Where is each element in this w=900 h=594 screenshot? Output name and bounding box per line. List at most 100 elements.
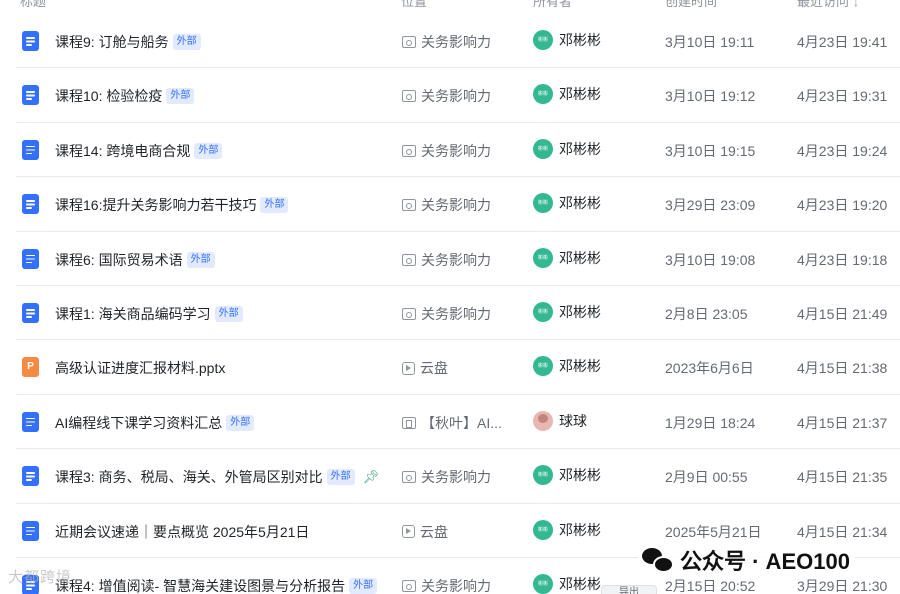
column-location[interactable]: 位置	[401, 0, 427, 10]
external-badge: 外部	[194, 142, 223, 159]
owner-name: 邓彬彬	[559, 86, 601, 103]
file-title-cell[interactable]: 课程6: 国际贸易术语 外部	[55, 250, 215, 270]
visited-time: 3月29日 21:30	[797, 578, 888, 594]
file-title: 课程10: 检验检疫	[55, 88, 163, 105]
column-created[interactable]: 创建时间	[665, 0, 717, 10]
file-title: 课程9: 订舱与船务	[55, 34, 169, 50]
created-time: 2月15日 20:52	[665, 578, 756, 594]
owner-cell[interactable]: 彬彬 邓彬彬	[533, 30, 601, 50]
owner-cell[interactable]: 彬彬 邓彬彬	[533, 84, 601, 105]
table-row[interactable]: 课程10: 检验检疫 外部 关务影响力 彬彬 邓彬彬 3月10日 19:12 4月23日 1…	[16, 68, 900, 123]
export-button[interactable]: 导出	[601, 585, 657, 594]
table-row[interactable]: P 高级认证进度汇报材料.pptx 云盘 彬彬 邓彬彬 2023年6月6日 4月15日 21…	[16, 340, 900, 395]
location-cell[interactable]: 关务影响力	[402, 32, 491, 52]
location-cell[interactable]: 关务影响力	[402, 141, 491, 161]
created-time: 2月8日 23:05	[665, 306, 748, 322]
avatar: 彬彬	[533, 138, 553, 159]
folder-icon	[402, 580, 416, 592]
location-cell[interactable]: 云盘	[402, 358, 448, 378]
owner-name: 球球	[559, 412, 587, 429]
created-time: 2025年5月21日	[665, 523, 762, 540]
location-label: 云盘	[420, 523, 448, 540]
file-title: 课程14: 跨境电商合规	[55, 142, 191, 159]
location-cell[interactable]: 关务影响力	[402, 467, 491, 487]
created-time: 2月9日 00:55	[665, 469, 748, 486]
file-title-cell[interactable]: 课程4: 增值阅读- 智慧海关建设图景与分析报告 外部	[55, 576, 378, 594]
owner-name: 邓彬彬	[559, 358, 601, 375]
visited-time: 4月15日 21:34	[797, 523, 888, 540]
folder-icon	[402, 144, 416, 157]
file-title-cell[interactable]: 课程1: 海关商品编码学习 外部	[55, 304, 243, 324]
table-row[interactable]: 课程1: 海关商品编码学习 外部 关务影响力 彬彬 邓彬彬 2月8日 23:05 4月15日…	[16, 286, 900, 341]
location-cell[interactable]: 云盘	[402, 522, 448, 542]
table-header: 标题 位置 所有者 创建时间 最近访问 ↓	[0, 0, 900, 13]
doc-file-icon	[22, 303, 39, 323]
column-title[interactable]: 标题	[20, 0, 46, 10]
file-title-cell[interactable]: 高级认证进度汇报材料.pptx	[55, 358, 225, 378]
visited-time: 4月23日 19:31	[797, 88, 888, 105]
owner-cell[interactable]: 彬彬 邓彬彬	[533, 193, 601, 214]
owner-name: 邓彬彬	[559, 304, 601, 320]
file-title: 近期会议速递｜要点概览 2025年5月21日	[55, 523, 310, 540]
folder-icon	[402, 308, 416, 320]
visited-time: 4月15日 21:38	[797, 360, 888, 377]
file-title-cell[interactable]: 课程16:提升关务影响力若干技巧 外部	[55, 195, 289, 215]
visited-time: 4月23日 19:41	[797, 34, 888, 50]
owner-cell[interactable]: 球球	[533, 410, 587, 431]
owner-cell[interactable]: 彬彬 邓彬彬	[533, 465, 601, 486]
pin-icon[interactable]: 📌︎	[363, 469, 380, 485]
doc-file-icon	[22, 31, 39, 51]
location-label: 关务影响力	[421, 34, 491, 50]
avatar: 彬彬	[533, 84, 553, 105]
file-title-cell[interactable]: AI编程线下课学习资料汇总 外部	[55, 413, 255, 433]
file-title-cell[interactable]: 课程14: 跨境电商合规 外部	[55, 141, 223, 161]
external-badge: 外部	[172, 34, 201, 50]
table-row[interactable]: AI编程线下课学习资料汇总 外部 【秋叶】AI... 球球 1月29日 18:24 4月1…	[16, 395, 900, 450]
owner-cell[interactable]: 彬彬 邓彬彬	[533, 302, 601, 322]
created-time: 3月10日 19:11	[665, 34, 755, 50]
location-label: 【秋叶】AI...	[421, 414, 502, 431]
owner-name: 邓彬彬	[559, 195, 601, 212]
avatar: 彬彬	[533, 302, 553, 322]
folder-icon	[402, 90, 416, 103]
file-title-cell[interactable]: 近期会议速递｜要点概览 2025年5月21日	[55, 522, 309, 542]
location-label: 关务影响力	[421, 142, 491, 159]
location-cell[interactable]: 【秋叶】AI...	[402, 413, 502, 433]
table-row[interactable]: 课程6: 国际贸易术语 外部 关务影响力 彬彬 邓彬彬 3月10日 19:08 4月23日 …	[16, 232, 900, 286]
external-badge: 外部	[326, 469, 355, 486]
wechat-icon	[642, 548, 674, 573]
folder-icon	[402, 199, 416, 212]
location-cell[interactable]: 关务影响力	[402, 86, 491, 106]
file-title-cell[interactable]: 课程10: 检验检疫 外部	[55, 86, 195, 106]
owner-cell[interactable]: 彬彬 邓彬彬	[533, 574, 601, 594]
location-cell[interactable]: 关务影响力	[402, 576, 491, 594]
owner-name: 邓彬彬	[559, 467, 601, 484]
table-row[interactable]: 课程14: 跨境电商合规 外部 关务影响力 彬彬 邓彬彬 3月10日 19:15 4月23日…	[16, 123, 900, 178]
owner-cell[interactable]: 彬彬 邓彬彬	[533, 519, 601, 540]
table-row[interactable]: 课程16:提升关务影响力若干技巧 外部 关务影响力 彬彬 邓彬彬 3月29日 23:09 4…	[16, 177, 900, 232]
avatar: 彬彬	[533, 193, 553, 214]
visited-time: 4月23日 19:24	[797, 142, 888, 159]
table-row[interactable]: 课程9: 订舱与船务 外部 关务影响力 彬彬 邓彬彬 3月10日 19:11 4月23日 1…	[16, 14, 900, 69]
arrow-down-icon[interactable]: ↓	[853, 0, 859, 9]
file-title-cell[interactable]: 课程3: 商务、税局、海关、外管局区别对比 外部 📌︎	[55, 467, 379, 487]
external-badge: 外部	[260, 197, 289, 214]
doc-file-icon	[22, 194, 39, 215]
location-cell[interactable]: 关务影响力	[402, 304, 491, 324]
created-time: 1月29日 18:24	[665, 414, 756, 431]
folder-icon	[402, 253, 416, 266]
folder-icon	[402, 36, 416, 48]
location-cell[interactable]: 关务影响力	[402, 250, 491, 270]
column-visited[interactable]: 最近访问 ↓	[797, 0, 859, 10]
doc-file-icon	[22, 411, 39, 432]
file-title-cell[interactable]: 课程9: 订舱与船务 外部	[55, 32, 201, 52]
avatar	[533, 410, 553, 431]
owner-cell[interactable]: 彬彬 邓彬彬	[533, 138, 601, 159]
external-badge: 外部	[214, 306, 243, 322]
owner-cell[interactable]: 彬彬 邓彬彬	[533, 247, 601, 268]
location-cell[interactable]: 关务影响力	[402, 195, 491, 215]
column-owner[interactable]: 所有者	[533, 0, 572, 10]
owner-cell[interactable]: 彬彬 邓彬彬	[533, 356, 601, 377]
external-badge: 外部	[186, 251, 215, 268]
table-row[interactable]: 课程3: 商务、税局、海关、外管局区别对比 外部 📌︎ 关务影响力 彬彬 邓彬彬 2月9日 …	[16, 449, 900, 504]
